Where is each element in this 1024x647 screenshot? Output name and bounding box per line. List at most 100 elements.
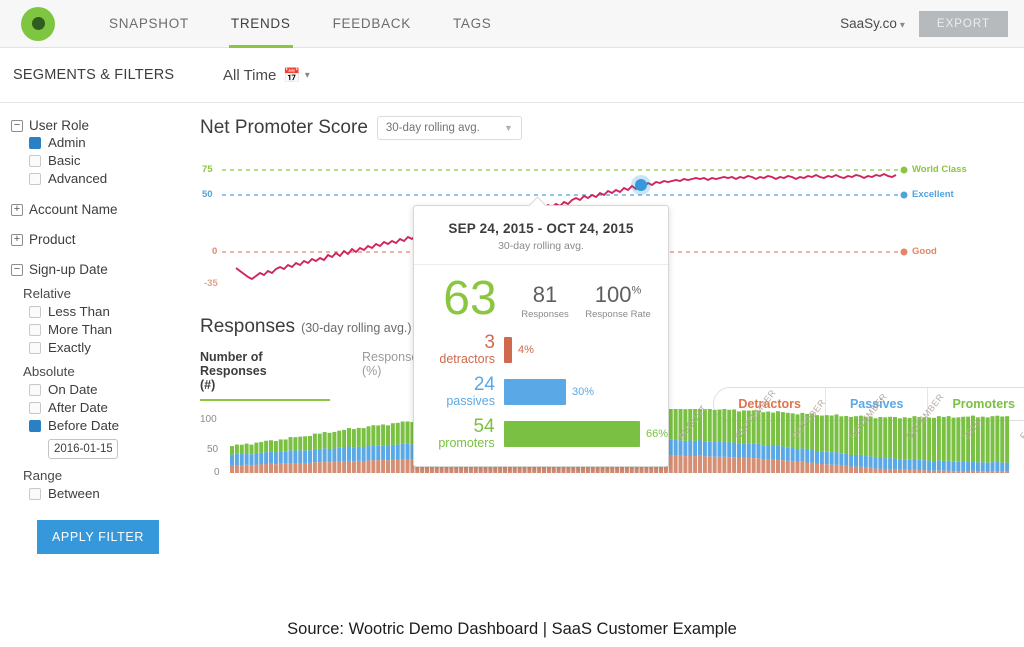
tooltip-promoters-text: promoters bbox=[438, 436, 495, 451]
filter-option-more-than[interactable]: More Than bbox=[29, 322, 190, 337]
time-range-label: All Time bbox=[223, 66, 277, 84]
filter-option-admin[interactable]: Admin bbox=[29, 135, 190, 150]
checkbox-exactly[interactable] bbox=[29, 341, 41, 354]
checkbox-on-date[interactable] bbox=[29, 383, 41, 396]
tab-number-of-responses[interactable]: Number of Responses (#) bbox=[200, 350, 330, 401]
collapse-icon[interactable]: − bbox=[11, 263, 23, 276]
filters-sidebar: − User Role Admin Basic Advanced + Accou… bbox=[0, 104, 190, 647]
tooltip-subtitle: 30-day rolling avg. bbox=[498, 240, 584, 252]
tooltip-passives-bar bbox=[504, 378, 566, 405]
tooltip-detractors-label-group: 3 detractors bbox=[416, 333, 504, 366]
filter-option-label: More Than bbox=[48, 322, 113, 337]
tooltip-response-rate-number: 100 bbox=[594, 282, 632, 308]
benchmark-label-good: Good bbox=[912, 246, 937, 257]
filter-group-label: Account Name bbox=[29, 202, 118, 217]
tab-snapshot[interactable]: SNAPSHOT bbox=[88, 0, 210, 48]
top-navigation-bar: SNAPSHOT TRENDS FEEDBACK TAGS SaaSy.co ▾ … bbox=[0, 0, 1024, 48]
apply-filter-button[interactable]: APPLY FILTER bbox=[37, 520, 159, 554]
filter-option-on-date[interactable]: On Date bbox=[29, 382, 190, 397]
responses-subtitle: (30-day rolling avg.) bbox=[301, 321, 412, 335]
checkbox-more-than[interactable] bbox=[29, 323, 41, 336]
checkbox-between[interactable] bbox=[29, 487, 41, 500]
filter-option-label: On Date bbox=[48, 382, 98, 397]
tooltip-response-rate-label: Response Rate bbox=[585, 309, 651, 321]
tab-feedback[interactable]: FEEDBACK bbox=[312, 0, 432, 48]
checkbox-before-date[interactable] bbox=[29, 419, 41, 432]
tab-tags-label: TAGS bbox=[452, 16, 492, 31]
nps-axis-tick-0: 0 bbox=[212, 246, 218, 257]
export-button[interactable]: EXPORT bbox=[918, 10, 1008, 37]
filter-option-label: Between bbox=[48, 486, 100, 501]
segments-and-filters-title: SEGMENTS & FILTERS bbox=[13, 67, 175, 83]
filter-option-before-date[interactable]: Before Date bbox=[29, 418, 190, 433]
filter-option-label: Advanced bbox=[48, 171, 108, 186]
filter-option-label: Less Than bbox=[48, 304, 110, 319]
tooltip-kpi-row: 63 81 Responses 100% Response Rate bbox=[414, 265, 668, 324]
nps-axis-tick-50: 50 bbox=[202, 189, 213, 200]
filter-group-label: Product bbox=[29, 232, 76, 247]
expand-icon[interactable]: + bbox=[11, 233, 23, 246]
tooltip-percent-sign: % bbox=[631, 284, 642, 297]
rolling-average-value: 30-day rolling avg. bbox=[385, 122, 480, 134]
checkbox-basic[interactable] bbox=[29, 154, 41, 167]
filter-group-label: User Role bbox=[29, 118, 90, 133]
checkbox-admin[interactable] bbox=[29, 136, 41, 149]
filter-group-product[interactable]: + Product bbox=[11, 232, 190, 247]
checkbox-less-than[interactable] bbox=[29, 305, 41, 318]
tooltip-row-passives: 24 passives 30% bbox=[414, 375, 668, 408]
nps-section-header: Net Promoter Score 30-day rolling avg. ▼ bbox=[190, 104, 1024, 140]
time-range-picker[interactable]: All Time 📅 ▾ bbox=[223, 67, 310, 84]
tooltip-nps-score: 63 bbox=[443, 272, 497, 325]
account-menu[interactable]: SaaSy.co ▾ bbox=[840, 16, 905, 31]
account-name-label: SaaSy.co bbox=[840, 16, 897, 31]
tooltip-passives-label-group: 24 passives bbox=[416, 375, 504, 408]
tab-tags[interactable]: TAGS bbox=[432, 0, 513, 48]
logo-inner-dot bbox=[31, 17, 45, 30]
filter-option-label: Admin bbox=[48, 135, 86, 150]
filter-option-between[interactable]: Between bbox=[29, 486, 190, 501]
tooltip-detractors-bar bbox=[504, 336, 512, 363]
tooltip-detractors-count: 3 bbox=[484, 332, 495, 354]
tooltip-responses-label: Responses bbox=[521, 309, 569, 321]
tab-snapshot-label: SNAPSHOT bbox=[109, 16, 189, 31]
chevron-down-icon: ▾ bbox=[899, 20, 905, 31]
calendar-icon: 📅 bbox=[283, 66, 301, 83]
tab-feedback-label: FEEDBACK bbox=[332, 16, 411, 31]
before-date-input[interactable] bbox=[48, 439, 118, 459]
nps-highlight-point[interactable] bbox=[635, 179, 647, 191]
filter-option-less-than[interactable]: Less Than bbox=[29, 304, 190, 319]
filter-group-signup-date[interactable]: − Sign-up Date bbox=[11, 262, 190, 277]
subsection-heading-relative: Relative bbox=[23, 286, 72, 301]
tab-trends[interactable]: TRENDS bbox=[210, 0, 312, 48]
expand-icon[interactable]: + bbox=[11, 203, 23, 216]
filter-option-advanced[interactable]: Advanced bbox=[29, 171, 190, 186]
benchmark-label-excellent: Excellent bbox=[912, 189, 954, 200]
filter-option-exactly[interactable]: Exactly bbox=[29, 340, 190, 355]
tooltip-responses-kpi: 81 Responses bbox=[514, 282, 576, 320]
tab-trends-label: TRENDS bbox=[230, 16, 291, 31]
responses-title: Responses bbox=[200, 316, 296, 337]
filter-option-basic[interactable]: Basic bbox=[29, 153, 190, 168]
wootric-logo bbox=[21, 6, 55, 41]
tooltip-header: SEP 24, 2015 - OCT 24, 2015 30-day rolli… bbox=[414, 206, 668, 265]
tooltip-arrow bbox=[527, 196, 547, 206]
rolling-average-select[interactable]: 30-day rolling avg. ▼ bbox=[376, 116, 522, 140]
benchmark-dot-good bbox=[900, 248, 908, 256]
benchmark-dot-excellent bbox=[900, 191, 908, 199]
collapse-icon[interactable]: − bbox=[11, 119, 23, 132]
nps-axis-tick-75: 75 bbox=[202, 164, 213, 175]
filter-group-user-role[interactable]: − User Role bbox=[11, 118, 190, 133]
tooltip-responses-value: 81 bbox=[532, 282, 558, 308]
checkbox-advanced[interactable] bbox=[29, 172, 41, 185]
benchmark-label-world-class: World Class bbox=[912, 164, 967, 175]
nps-title: Net Promoter Score bbox=[200, 117, 368, 138]
filter-group-account-name[interactable]: + Account Name bbox=[11, 202, 190, 217]
nps-axis-tick-minus35: -35 bbox=[204, 278, 218, 289]
source-caption: Source: Wootric Demo Dashboard | SaaS Cu… bbox=[287, 620, 737, 638]
tooltip-passives-count: 24 bbox=[473, 374, 495, 396]
checkbox-after-date[interactable] bbox=[29, 401, 41, 414]
filter-option-after-date[interactable]: After Date bbox=[29, 400, 190, 415]
tooltip-promoters-count: 54 bbox=[473, 416, 495, 438]
tab-label-line2: (#) bbox=[200, 378, 216, 392]
filter-option-label: After Date bbox=[48, 400, 108, 415]
